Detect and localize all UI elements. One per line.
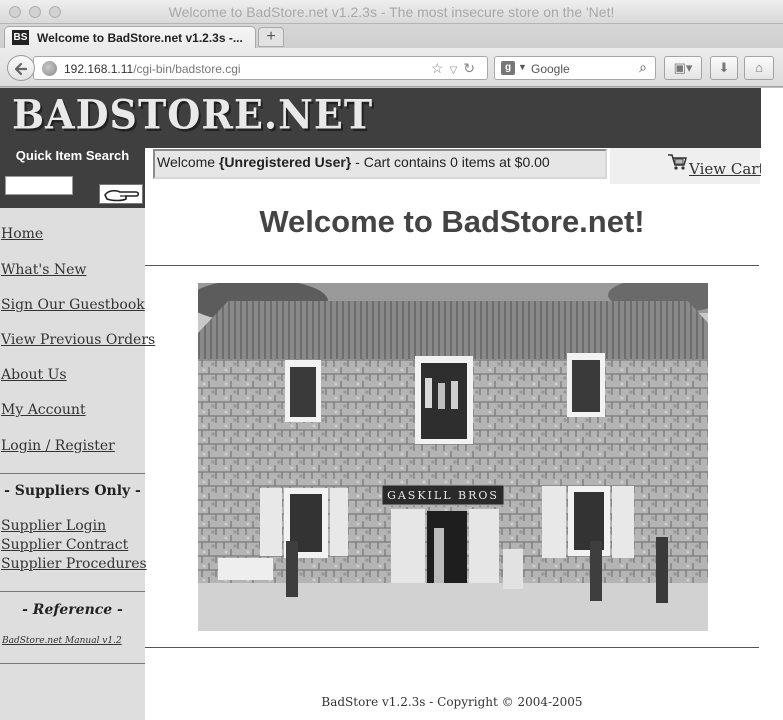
sidebar-divider <box>0 473 145 474</box>
bookmarks-icon: ▣▾ <box>673 60 693 75</box>
nav-link-about-us[interactable]: About Us <box>1 367 67 383</box>
quick-search-input[interactable] <box>5 176 73 195</box>
sidebar-divider <box>0 663 145 664</box>
nav-link-supplier-procedures[interactable]: Supplier Procedures <box>1 556 147 572</box>
url-bar[interactable]: 192.168.1.11/cgi-bin/badstore.cgi ☆▽↻ <box>33 56 488 80</box>
welcome-prefix: Welcome <box>157 154 219 170</box>
star-icon[interactable]: ☆ <box>431 60 450 76</box>
view-cart-area: View Cart <box>610 148 764 184</box>
url-host: 192.168.1.11 <box>64 62 134 76</box>
page-right-margin <box>761 88 783 720</box>
pointing-hand-icon <box>104 189 140 202</box>
nav-link-guestbook[interactable]: Sign Our Guestbook <box>1 297 145 313</box>
page-viewport: BADSTORE.NET Quick Item Search Home What… <box>0 88 783 720</box>
nav-link-supplier-contract[interactable]: Supplier Contract <box>1 537 128 553</box>
quick-search-panel: Quick Item Search <box>0 148 145 208</box>
title-divider <box>145 265 759 266</box>
navigation-toolbar: 192.168.1.11/cgi-bin/badstore.cgi ☆▽↻ g … <box>0 48 783 87</box>
nav-link-login-register[interactable]: Login / Register <box>1 438 115 454</box>
cart-summary: - Cart contains 0 items at $0.00 <box>351 154 550 170</box>
window-title: Welcome to BadStore.net v1.2.3s - The mo… <box>168 4 615 20</box>
new-tab-button[interactable]: + <box>258 27 284 47</box>
url-path: /cgi-bin/badstore.cgi <box>133 62 241 76</box>
url-bar-icons: ☆▽↻ <box>431 60 481 77</box>
back-arrow-icon <box>14 62 28 76</box>
window-titlebar: Welcome to BadStore.net v1.2.3s - The mo… <box>0 0 783 24</box>
photo-sign-text: GASKILL BROS <box>387 489 499 502</box>
reload-icon[interactable]: ↻ <box>463 60 481 76</box>
reference-heading: - Reference - <box>22 602 123 618</box>
nav-link-whats-new[interactable]: What's New <box>1 262 86 278</box>
url-text: 192.168.1.11/cgi-bin/badstore.cgi <box>64 62 241 76</box>
nav-link-my-account[interactable]: My Account <box>1 402 86 418</box>
home-button[interactable]: ⌂ <box>744 56 774 80</box>
nav-link-previous-orders[interactable]: View Previous Orders <box>1 332 155 348</box>
nav-link-home[interactable]: Home <box>1 226 43 242</box>
tab-strip: BS Welcome to BadStore.net v1.2.3s -... … <box>0 24 783 48</box>
downloads-button[interactable]: ⬇ <box>710 56 738 80</box>
sidebar-divider <box>0 591 145 592</box>
favicon-icon: BS <box>12 30 29 45</box>
welcome-text: Welcome {Unregistered User} - Cart conta… <box>157 154 550 170</box>
engine-dropdown-icon[interactable]: ▼ <box>518 62 527 72</box>
back-button[interactable] <box>7 55 35 81</box>
globe-icon <box>42 61 57 76</box>
magnifier-icon[interactable]: ⌕ <box>639 59 647 76</box>
tab-badstore[interactable]: BS Welcome to BadStore.net v1.2.3s -... <box>4 26 256 48</box>
quick-search-go-button[interactable] <box>99 184 143 204</box>
dropdown-icon[interactable]: ▽ <box>450 65 464 76</box>
welcome-status-bar: Welcome {Unregistered User} - Cart conta… <box>153 149 607 179</box>
footer-copyright: BadStore v1.2.3s - Copyright © 2004-2005 <box>321 695 583 709</box>
user-name: {Unregistered User} <box>218 154 352 170</box>
tab-label: Welcome to BadStore.net v1.2.3s -... <box>37 31 243 45</box>
shopping-cart-icon[interactable] <box>667 152 687 172</box>
storefront-photo-image: GASKILL BROS <box>198 283 708 631</box>
view-cart-link[interactable]: View Cart <box>689 160 764 178</box>
manual-link[interactable]: BadStore.net Manual v1.2 <box>2 636 122 646</box>
sidebar: Quick Item Search Home What's New Sign O… <box>0 148 155 720</box>
search-bar[interactable]: g ▼ Google ⌕ <box>494 56 656 80</box>
suppliers-heading: - Suppliers Only - <box>4 483 141 499</box>
bookmarks-button[interactable]: ▣▾ <box>664 56 702 80</box>
nav-link-supplier-login[interactable]: Supplier Login <box>1 518 106 534</box>
footer-divider <box>145 647 759 648</box>
storefront-photo: GASKILL BROS <box>198 283 708 631</box>
page-title: Welcome to BadStore.net! <box>259 204 645 239</box>
google-engine-icon[interactable]: g <box>501 61 515 75</box>
site-logo[interactable]: BADSTORE.NET <box>12 91 373 138</box>
download-arrow-icon: ⬇ <box>718 60 730 75</box>
search-placeholder: Google <box>531 62 570 76</box>
quick-search-title: Quick Item Search <box>15 148 130 163</box>
site-header: BADSTORE.NET <box>0 88 783 148</box>
home-icon: ⌂ <box>755 60 763 75</box>
